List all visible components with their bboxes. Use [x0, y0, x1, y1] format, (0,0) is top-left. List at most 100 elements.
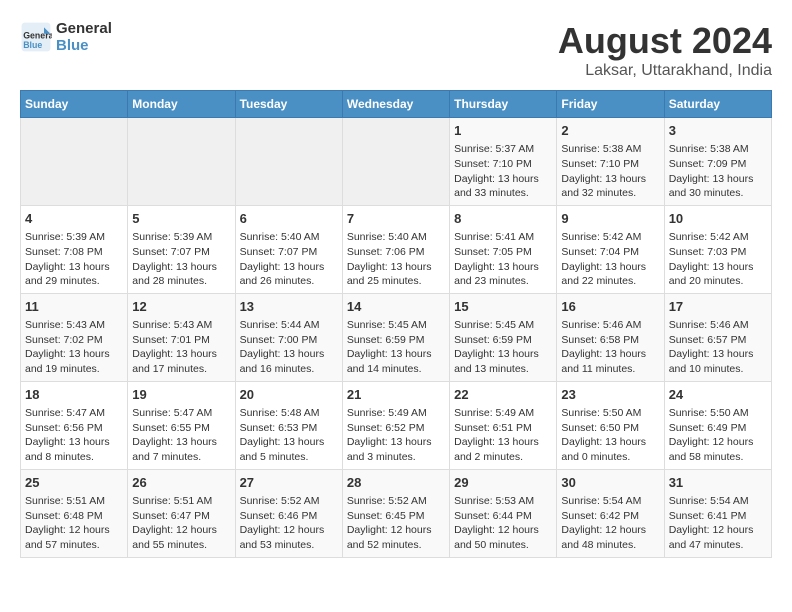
day-cell: 14Sunrise: 5:45 AM Sunset: 6:59 PM Dayli… [342, 293, 449, 381]
header-cell-sunday: Sunday [21, 91, 128, 118]
day-cell: 25Sunrise: 5:51 AM Sunset: 6:48 PM Dayli… [21, 469, 128, 557]
day-cell [21, 118, 128, 206]
day-cell: 30Sunrise: 5:54 AM Sunset: 6:42 PM Dayli… [557, 469, 664, 557]
day-info: Sunrise: 5:40 AM Sunset: 7:07 PM Dayligh… [240, 230, 338, 289]
day-cell: 6 Sunrise: 5:40 AM Sunset: 7:07 PM Daylig… [235, 205, 342, 293]
page-header: General Blue General Blue August 2024 La… [20, 20, 772, 80]
day-cell: 2 Sunrise: 5:38 AM Sunset: 7:10 PM Daylig… [557, 118, 664, 206]
day-number: 28 [347, 474, 445, 492]
header-cell-friday: Friday [557, 91, 664, 118]
day-info: Sunrise: 5:38 AM Sunset: 7:10 PM Dayligh… [561, 142, 659, 201]
day-number: 26 [132, 474, 230, 492]
day-cell: 27 Sunrise: 5:52 AM Sunset: 6:46 PM Dayli… [235, 469, 342, 557]
week-row-2: 4 Sunrise: 5:39 AM Sunset: 7:08 PM Daylig… [21, 205, 772, 293]
day-cell: 28 Sunrise: 5:52 AM Sunset: 6:45 PM Dayli… [342, 469, 449, 557]
day-cell: 10 Sunrise: 5:42 AM Sunset: 7:03 PM Dayli… [664, 205, 771, 293]
day-number: 10 [669, 210, 767, 228]
week-row-5: 25Sunrise: 5:51 AM Sunset: 6:48 PM Dayli… [21, 469, 772, 557]
header-cell-tuesday: Tuesday [235, 91, 342, 118]
day-number: 8 [454, 210, 552, 228]
day-cell: 1 Sunrise: 5:37 AM Sunset: 7:10 PM Daylig… [450, 118, 557, 206]
day-cell [235, 118, 342, 206]
week-row-3: 11Sunrise: 5:43 AM Sunset: 7:02 PM Dayli… [21, 293, 772, 381]
day-cell: 16Sunrise: 5:46 AM Sunset: 6:58 PM Dayli… [557, 293, 664, 381]
day-cell: 5Sunrise: 5:39 AM Sunset: 7:07 PM Daylig… [128, 205, 235, 293]
day-info: Sunrise: 5:51 AM Sunset: 6:48 PM Dayligh… [25, 494, 123, 553]
day-cell: 29 Sunrise: 5:53 AM Sunset: 6:44 PM Dayli… [450, 469, 557, 557]
day-number: 2 [561, 122, 659, 140]
day-cell: 11Sunrise: 5:43 AM Sunset: 7:02 PM Dayli… [21, 293, 128, 381]
day-info: Sunrise: 5:43 AM Sunset: 7:02 PM Dayligh… [25, 318, 123, 377]
logo-line1: General [56, 20, 112, 37]
header-cell-monday: Monday [128, 91, 235, 118]
calendar-header: SundayMondayTuesdayWednesdayThursdayFrid… [21, 91, 772, 118]
day-number: 21 [347, 386, 445, 404]
svg-text:Blue: Blue [23, 40, 42, 50]
day-number: 15 [454, 298, 552, 316]
day-number: 3 [669, 122, 767, 140]
day-number: 13 [240, 298, 338, 316]
day-number: 17 [669, 298, 767, 316]
day-info: Sunrise: 5:53 AM Sunset: 6:44 PM Dayligh… [454, 494, 552, 553]
day-number: 12 [132, 298, 230, 316]
day-info: Sunrise: 5:54 AM Sunset: 6:42 PM Dayligh… [561, 494, 659, 553]
day-cell: 9 Sunrise: 5:42 AM Sunset: 7:04 PM Daylig… [557, 205, 664, 293]
day-info: Sunrise: 5:46 AM Sunset: 6:57 PM Dayligh… [669, 318, 767, 377]
header-cell-wednesday: Wednesday [342, 91, 449, 118]
day-number: 7 [347, 210, 445, 228]
day-info: Sunrise: 5:39 AM Sunset: 7:07 PM Dayligh… [132, 230, 230, 289]
day-cell: 13Sunrise: 5:44 AM Sunset: 7:00 PM Dayli… [235, 293, 342, 381]
day-info: Sunrise: 5:47 AM Sunset: 6:55 PM Dayligh… [132, 406, 230, 465]
day-number: 22 [454, 386, 552, 404]
day-info: Sunrise: 5:46 AM Sunset: 6:58 PM Dayligh… [561, 318, 659, 377]
day-cell: 19 Sunrise: 5:47 AM Sunset: 6:55 PM Dayli… [128, 381, 235, 469]
day-info: Sunrise: 5:38 AM Sunset: 7:09 PM Dayligh… [669, 142, 767, 201]
day-cell: 17 Sunrise: 5:46 AM Sunset: 6:57 PM Dayli… [664, 293, 771, 381]
day-number: 20 [240, 386, 338, 404]
logo-line2: Blue [56, 37, 112, 54]
day-number: 23 [561, 386, 659, 404]
day-number: 31 [669, 474, 767, 492]
header-cell-saturday: Saturday [664, 91, 771, 118]
day-info: Sunrise: 5:37 AM Sunset: 7:10 PM Dayligh… [454, 142, 552, 201]
day-info: Sunrise: 5:39 AM Sunset: 7:08 PM Dayligh… [25, 230, 123, 289]
day-number: 14 [347, 298, 445, 316]
day-info: Sunrise: 5:47 AM Sunset: 6:56 PM Dayligh… [25, 406, 123, 465]
day-info: Sunrise: 5:43 AM Sunset: 7:01 PM Dayligh… [132, 318, 230, 377]
day-cell: 7Sunrise: 5:40 AM Sunset: 7:06 PM Daylig… [342, 205, 449, 293]
day-info: Sunrise: 5:49 AM Sunset: 6:52 PM Dayligh… [347, 406, 445, 465]
day-info: Sunrise: 5:50 AM Sunset: 6:49 PM Dayligh… [669, 406, 767, 465]
calendar-body: 1 Sunrise: 5:37 AM Sunset: 7:10 PM Daylig… [21, 118, 772, 558]
day-info: Sunrise: 5:49 AM Sunset: 6:51 PM Dayligh… [454, 406, 552, 465]
day-number: 6 [240, 210, 338, 228]
day-number: 19 [132, 386, 230, 404]
day-info: Sunrise: 5:45 AM Sunset: 6:59 PM Dayligh… [454, 318, 552, 377]
title-block: August 2024 Laksar, Uttarakhand, India [558, 20, 772, 80]
sub-title: Laksar, Uttarakhand, India [558, 62, 772, 80]
day-cell: 23Sunrise: 5:50 AM Sunset: 6:50 PM Dayli… [557, 381, 664, 469]
logo: General Blue General Blue [20, 20, 112, 54]
day-cell: 8 Sunrise: 5:41 AM Sunset: 7:05 PM Daylig… [450, 205, 557, 293]
day-number: 29 [454, 474, 552, 492]
header-cell-thursday: Thursday [450, 91, 557, 118]
day-number: 4 [25, 210, 123, 228]
day-number: 9 [561, 210, 659, 228]
day-cell [128, 118, 235, 206]
week-row-1: 1 Sunrise: 5:37 AM Sunset: 7:10 PM Daylig… [21, 118, 772, 206]
day-info: Sunrise: 5:51 AM Sunset: 6:47 PM Dayligh… [132, 494, 230, 553]
day-info: Sunrise: 5:42 AM Sunset: 7:03 PM Dayligh… [669, 230, 767, 289]
day-number: 27 [240, 474, 338, 492]
day-cell: 4 Sunrise: 5:39 AM Sunset: 7:08 PM Daylig… [21, 205, 128, 293]
day-number: 1 [454, 122, 552, 140]
day-number: 18 [25, 386, 123, 404]
calendar-table: SundayMondayTuesdayWednesdayThursdayFrid… [20, 90, 772, 558]
day-number: 24 [669, 386, 767, 404]
day-cell: 22 Sunrise: 5:49 AM Sunset: 6:51 PM Dayli… [450, 381, 557, 469]
logo-icon: General Blue [20, 21, 52, 53]
day-info: Sunrise: 5:41 AM Sunset: 7:05 PM Dayligh… [454, 230, 552, 289]
day-cell: 18 Sunrise: 5:47 AM Sunset: 6:56 PM Dayli… [21, 381, 128, 469]
day-info: Sunrise: 5:42 AM Sunset: 7:04 PM Dayligh… [561, 230, 659, 289]
day-info: Sunrise: 5:52 AM Sunset: 6:46 PM Dayligh… [240, 494, 338, 553]
day-cell: 20Sunrise: 5:48 AM Sunset: 6:53 PM Dayli… [235, 381, 342, 469]
day-info: Sunrise: 5:52 AM Sunset: 6:45 PM Dayligh… [347, 494, 445, 553]
